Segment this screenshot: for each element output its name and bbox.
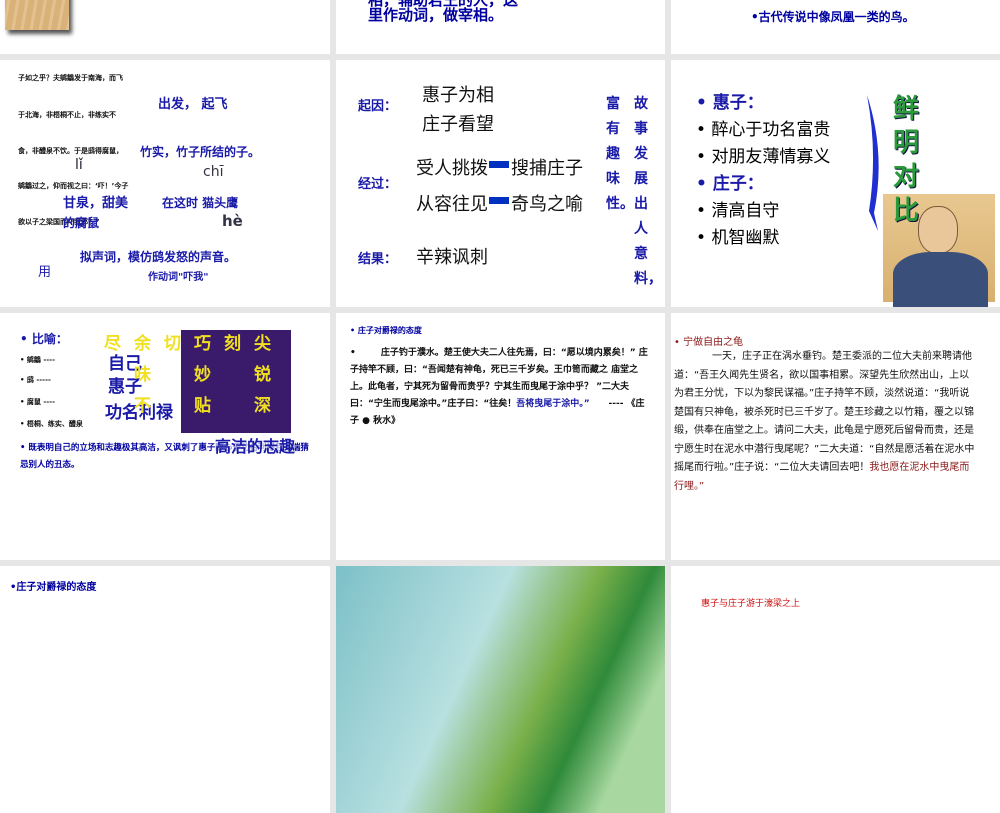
annotation: 的腐鼠: [63, 216, 100, 230]
bullet-item: • 醉心于功名富贵: [696, 120, 831, 140]
slide-thumbnail-10[interactable]: •庄子对爵禄的态度: [0, 566, 330, 813]
annotation: 出发， 起飞: [158, 97, 228, 112]
title: 惠子与庄子游于濠梁之上: [701, 599, 801, 609]
body-text: 一天，庄子正在涡水垂钓。楚王委派的二位大夫前来聘请他道：“吾王久闻先生贤名，欲以…: [674, 351, 975, 473]
answer: 高洁的志趣: [215, 433, 296, 457]
wood-texture-image: [5, 0, 69, 30]
annotation: 甘泉，甜美: [63, 196, 129, 211]
annotation: 作动词"吓我": [148, 272, 209, 283]
title: 庄子对爵禄的态度: [357, 326, 422, 335]
label: 起因：: [358, 99, 398, 114]
bullet-item: • 惠子：: [696, 93, 764, 113]
text-line: 食，非醴泉不饮。于是鸱得腐鼠，: [18, 147, 123, 155]
overlay-char: 尖: [254, 334, 271, 354]
slide-thumbnail-6[interactable]: • 惠子： • 醉心于功名富贵 • 对朋友薄情寡义 • 庄子： • 清高自守 •…: [671, 60, 1000, 307]
text-line: 鹓鶵过之，仰而视之曰：‘吓！’今子: [18, 182, 129, 190]
bullet-item: • 清高自守: [696, 201, 780, 221]
overlay-char: 锐: [254, 365, 271, 385]
pinyin: hè: [222, 212, 243, 230]
overlay-char: 尽: [104, 334, 121, 354]
overlay-char: 刻: [224, 334, 241, 354]
bullet-item: • 对朋友薄情寡义: [696, 147, 831, 167]
overlay-char: 切: [164, 334, 181, 354]
title: 比喻：: [31, 332, 68, 346]
slide-thumbnail-11[interactable]: [336, 566, 665, 813]
body-text: 庄子钓于濮水。楚王使大夫二人往先焉，曰：“愿以境内累矣！” 庄子持竿不顾，曰：“…: [350, 348, 648, 409]
vertical-title: 鲜明对比: [893, 94, 920, 226]
slide-thumbnail-4[interactable]: 子如之乎？夫鹓鶵发于南海，而飞 于北海，非梧桐不止，非练实不 食，非醴泉不饮。于…: [0, 60, 330, 307]
slide-thumbnail-7[interactable]: • 比喻： • 鹓鶵 ---- • 鸱 ----- • 腐鼠 ---- • 梧桐…: [0, 313, 330, 560]
bullet-item: • 机智幽默: [696, 228, 780, 248]
slide-thumbnail-8[interactable]: • 庄子对爵禄的态度 • 庄子钓于濮水。楚王使大夫二人往先焉，曰：“愿以境内累矣…: [336, 313, 665, 560]
overlay-char: 妙: [194, 365, 211, 385]
item: 从容往见: [416, 194, 488, 215]
slide-text: 里作动词，做宰相。: [368, 6, 504, 24]
item: 奇鸟之喻: [511, 194, 583, 215]
label: 经过：: [358, 177, 398, 192]
overlay-char: 贴: [194, 396, 211, 416]
title: 宁做自由之龟: [683, 337, 744, 348]
vertical-text: 富有趣味性。: [606, 96, 634, 212]
text-line: 子如之乎？夫鹓鶵发于南海，而飞: [18, 74, 123, 82]
annotation: 竹实，竹子所结的子。: [140, 145, 261, 159]
slide-thumbnail-3[interactable]: •古代传说中像凤凰一类的鸟。: [671, 0, 1000, 54]
slide-thumbnail-1[interactable]: [0, 0, 330, 54]
bullet-item: • 庄子：: [696, 174, 764, 194]
nature-image: [336, 566, 665, 813]
text-line: 于北海，非梧桐不止，非练实不: [18, 111, 116, 119]
slide-thumbnail-2[interactable]: 相，辅助君王的人，这 里作动词，做宰相。: [336, 0, 665, 54]
highlight-text: 吾将曳尾于涂中。”: [516, 399, 590, 409]
item: 鸱 -----: [26, 376, 51, 384]
title: •庄子对爵禄的态度: [10, 582, 97, 593]
slide-thumbnail-9[interactable]: • 宁做自由之龟 一天，庄子正在涡水垂钓。楚王委派的二位大夫前来聘请他道：“吾王…: [671, 313, 1000, 560]
item: 辛辣讽刺: [416, 247, 488, 268]
label: 结果：: [358, 252, 398, 267]
item: 庄子看望: [422, 114, 494, 135]
item: 梧桐、练实、醴泉: [26, 420, 83, 428]
slide-thumbnail-5[interactable]: 起因： 经过： 结果： 惠子为相 庄子看望 受人挑拨 搜捕庄子 从容往见 奇鸟之…: [336, 60, 665, 307]
overlay-char: 深: [254, 396, 271, 416]
arrow-right-icon: [489, 161, 509, 168]
slide-thumbnail-12[interactable]: 惠子与庄子游于濠梁之上: [671, 566, 1000, 813]
arrow-right-icon: [489, 197, 509, 204]
pinyin: lǐ: [75, 157, 83, 173]
item: 惠子为相: [422, 85, 494, 106]
item: 搜捕庄子: [511, 158, 583, 179]
annotation: 用: [38, 265, 52, 280]
pinyin: chī: [203, 164, 224, 180]
vertical-text: 故事发展出人意料，: [634, 96, 662, 287]
overlay-char: 余: [134, 334, 151, 354]
annotation: 在这时 猫头鹰: [162, 196, 239, 210]
overlay-char: 味: [134, 365, 151, 385]
item: 受人挑拨: [416, 158, 488, 179]
item: 鹓鶵 ----: [26, 356, 55, 364]
overlay-char: 巧: [194, 334, 211, 354]
overlay-char: 不: [134, 396, 151, 416]
annotation: 拟声词，模仿鸱发怒的声音。: [80, 250, 237, 264]
slide-note: •古代传说中像凤凰一类的鸟。: [751, 10, 915, 24]
item: 腐鼠 ----: [26, 398, 55, 406]
